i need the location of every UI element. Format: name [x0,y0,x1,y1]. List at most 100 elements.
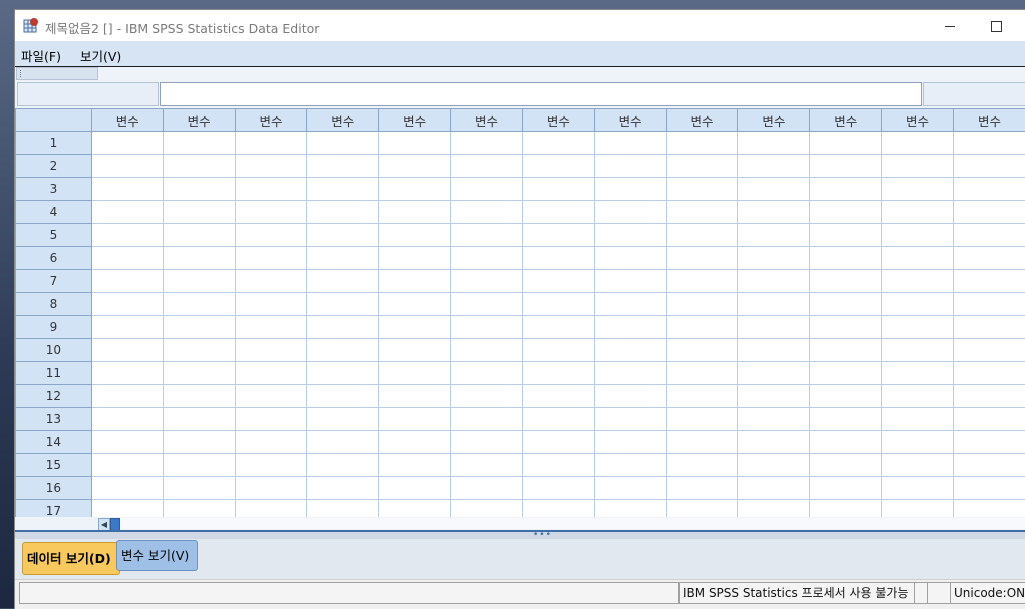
data-cell[interactable] [451,178,523,201]
data-cell[interactable] [594,178,666,201]
data-cell[interactable] [594,224,666,247]
data-cell[interactable] [91,224,163,247]
data-cell[interactable] [379,316,451,339]
data-cell[interactable] [810,408,882,431]
data-cell[interactable] [307,270,379,293]
data-cell[interactable] [451,201,523,224]
column-header[interactable]: 변수 [163,109,235,132]
data-cell[interactable] [163,339,235,362]
data-cell[interactable] [379,500,451,518]
data-cell[interactable] [379,477,451,500]
data-cell[interactable] [91,132,163,155]
data-cell[interactable] [810,362,882,385]
data-cell[interactable] [594,431,666,454]
data-cell[interactable] [163,431,235,454]
data-cell[interactable] [953,224,1025,247]
data-cell[interactable] [163,201,235,224]
data-cell[interactable] [307,408,379,431]
data-cell[interactable] [163,178,235,201]
data-cell[interactable] [882,385,954,408]
data-cell[interactable] [953,155,1025,178]
data-cell[interactable] [91,270,163,293]
data-cell[interactable] [307,224,379,247]
data-cell[interactable] [163,316,235,339]
data-cell[interactable] [882,178,954,201]
maximize-button[interactable] [973,14,1019,38]
data-cell[interactable] [594,316,666,339]
data-cell[interactable] [810,247,882,270]
data-cell[interactable] [163,408,235,431]
data-cell[interactable] [379,293,451,316]
data-cell[interactable] [882,155,954,178]
data-cell[interactable] [522,293,594,316]
data-cell[interactable] [91,362,163,385]
data-cell[interactable] [451,224,523,247]
row-header[interactable]: 10 [16,339,92,362]
data-cell[interactable] [91,247,163,270]
row-header[interactable]: 1 [16,132,92,155]
data-cell[interactable] [953,408,1025,431]
data-cell[interactable] [594,155,666,178]
data-cell[interactable] [235,385,307,408]
data-cell[interactable] [666,155,738,178]
data-cell[interactable] [451,155,523,178]
column-header[interactable]: 변수 [307,109,379,132]
data-cell[interactable] [379,132,451,155]
data-cell[interactable] [953,385,1025,408]
row-header[interactable]: 16 [16,477,92,500]
row-header[interactable]: 8 [16,293,92,316]
data-cell[interactable] [163,132,235,155]
data-cell[interactable] [594,408,666,431]
data-cell[interactable] [594,477,666,500]
data-cell[interactable] [810,178,882,201]
data-cell[interactable] [522,385,594,408]
data-cell[interactable] [379,155,451,178]
column-header[interactable]: 변수 [810,109,882,132]
data-cell[interactable] [882,500,954,518]
data-cell[interactable] [379,247,451,270]
data-cell[interactable] [738,408,810,431]
data-cell[interactable] [451,132,523,155]
column-header[interactable]: 변수 [666,109,738,132]
data-cell[interactable] [882,316,954,339]
data-cell[interactable] [451,362,523,385]
data-cell[interactable] [235,431,307,454]
data-cell[interactable] [882,201,954,224]
data-cell[interactable] [522,224,594,247]
row-header[interactable]: 7 [16,270,92,293]
data-cell[interactable] [738,385,810,408]
data-cell[interactable] [882,270,954,293]
data-cell[interactable] [307,132,379,155]
row-header[interactable]: 2 [16,155,92,178]
data-cell[interactable] [451,477,523,500]
cell-name-box[interactable] [17,82,159,106]
data-cell[interactable] [953,362,1025,385]
data-cell[interactable] [666,178,738,201]
column-header[interactable]: 변수 [953,109,1025,132]
data-cell[interactable] [738,339,810,362]
tab-data-view[interactable]: 데이터 보기(D) [22,542,120,575]
row-header[interactable]: 4 [16,201,92,224]
data-cell[interactable] [163,454,235,477]
data-cell[interactable] [738,155,810,178]
data-cell[interactable] [594,339,666,362]
column-header[interactable]: 변수 [882,109,954,132]
data-cell[interactable] [91,155,163,178]
tab-variable-view[interactable]: 변수 보기(V) [116,540,198,571]
data-cell[interactable] [91,293,163,316]
data-cell[interactable] [666,293,738,316]
data-cell[interactable] [307,477,379,500]
data-cell[interactable] [235,132,307,155]
data-cell[interactable] [953,316,1025,339]
data-cell[interactable] [738,293,810,316]
data-cell[interactable] [235,362,307,385]
data-cell[interactable] [379,385,451,408]
data-cell[interactable] [91,178,163,201]
data-cell[interactable] [738,316,810,339]
data-cell[interactable] [379,362,451,385]
row-header[interactable]: 15 [16,454,92,477]
data-cell[interactable] [522,431,594,454]
data-cell[interactable] [379,454,451,477]
data-cell[interactable] [666,316,738,339]
data-cell[interactable] [594,247,666,270]
